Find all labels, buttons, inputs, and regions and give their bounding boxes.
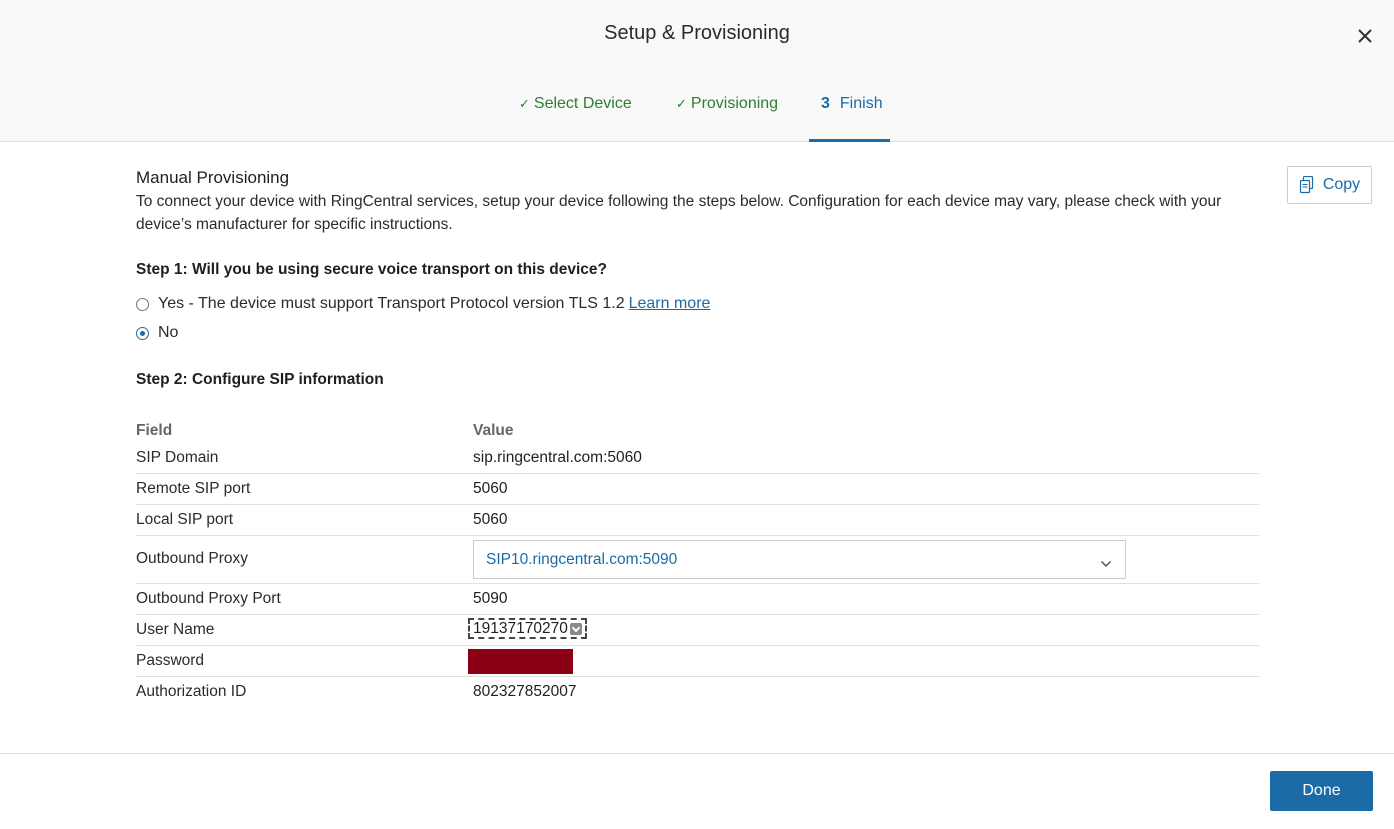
section-description: To connect your device with RingCentral …	[136, 193, 1222, 233]
field-label: User Name	[136, 621, 215, 638]
username-text: 19137170270	[473, 619, 568, 637]
step-provisioning[interactable]: ✓ Provisioning	[676, 95, 778, 113]
radio-yes-label: Yes - The device must support Transport …	[158, 295, 625, 312]
copy-label: Copy	[1322, 176, 1361, 193]
radio-option-yes[interactable]: Yes - The device must support Transport …	[136, 295, 710, 313]
step2-heading: Step 2: Configure SIP information	[136, 371, 384, 388]
step-select-device[interactable]: ✓ Select Device	[519, 95, 632, 113]
field-label: Authorization ID	[136, 683, 247, 700]
field-value: sip.ringcentral.com:5060	[473, 449, 642, 466]
table-row: Outbound Proxy Port 5090	[136, 584, 1259, 615]
field-value: 5090	[473, 590, 508, 607]
outbound-proxy-select[interactable]: SIP10.ringcentral.com:5090	[473, 540, 1126, 579]
field-label: Outbound Proxy	[136, 550, 249, 567]
select-value: SIP10.ringcentral.com:5090	[486, 550, 678, 568]
field-label: Remote SIP port	[136, 480, 251, 497]
table-row: Local SIP port 5060	[136, 505, 1259, 536]
radio-option-no[interactable]: No	[136, 324, 178, 342]
check-icon: ✓	[519, 96, 530, 111]
field-label: Outbound Proxy Port	[136, 590, 281, 607]
field-value: 802327852007	[473, 683, 577, 700]
dialog-title: Setup & Provisioning	[604, 22, 790, 44]
copy-icon	[1299, 176, 1315, 194]
step1-heading: Step 1: Will you be using secure voice t…	[136, 261, 607, 278]
step-label: Finish	[839, 95, 883, 112]
step-finish[interactable]: 3 Finish	[821, 95, 883, 113]
check-icon: ✓	[676, 96, 687, 111]
close-icon[interactable]	[1353, 24, 1377, 48]
chevron-down-icon	[1100, 555, 1112, 573]
radio-yes[interactable]	[136, 297, 149, 311]
step-number: 3	[821, 95, 830, 112]
copy-button[interactable]: Copy	[1287, 166, 1372, 204]
radio-no-label: No	[158, 324, 179, 341]
table-row: Authorization ID 802327852007	[136, 677, 1259, 708]
table-row: Remote SIP port 5060	[136, 474, 1259, 505]
table-row: Password	[136, 646, 1259, 677]
radio-no[interactable]	[136, 326, 149, 340]
password-redacted	[468, 649, 573, 674]
table-row: User Name	[136, 615, 1259, 646]
field-label: SIP Domain	[136, 449, 219, 466]
table-row: SIP Domain sip.ringcentral.com:5060	[136, 443, 1259, 474]
field-value: 5060	[473, 480, 508, 497]
field-value: 5060	[473, 511, 508, 528]
column-header-field: Field	[136, 422, 173, 439]
done-button[interactable]: Done	[1270, 771, 1373, 811]
wizard-header: Setup & Provisioning ✓ Select Device ✓ Pro…	[0, 0, 1394, 142]
username-value[interactable]: 19137170270	[468, 618, 587, 639]
check-icon	[569, 622, 582, 635]
field-label: Local SIP port	[136, 511, 234, 528]
column-header-value: Value	[473, 422, 514, 439]
learn-more-link[interactable]: Learn more	[629, 295, 711, 313]
dialog-footer	[0, 753, 1394, 829]
section-title: Manual Provisioning	[136, 168, 290, 187]
step-label: Select Device	[533, 95, 632, 112]
field-label: Password	[136, 652, 205, 669]
active-step-indicator	[809, 139, 890, 142]
step-label: Provisioning	[690, 95, 779, 112]
